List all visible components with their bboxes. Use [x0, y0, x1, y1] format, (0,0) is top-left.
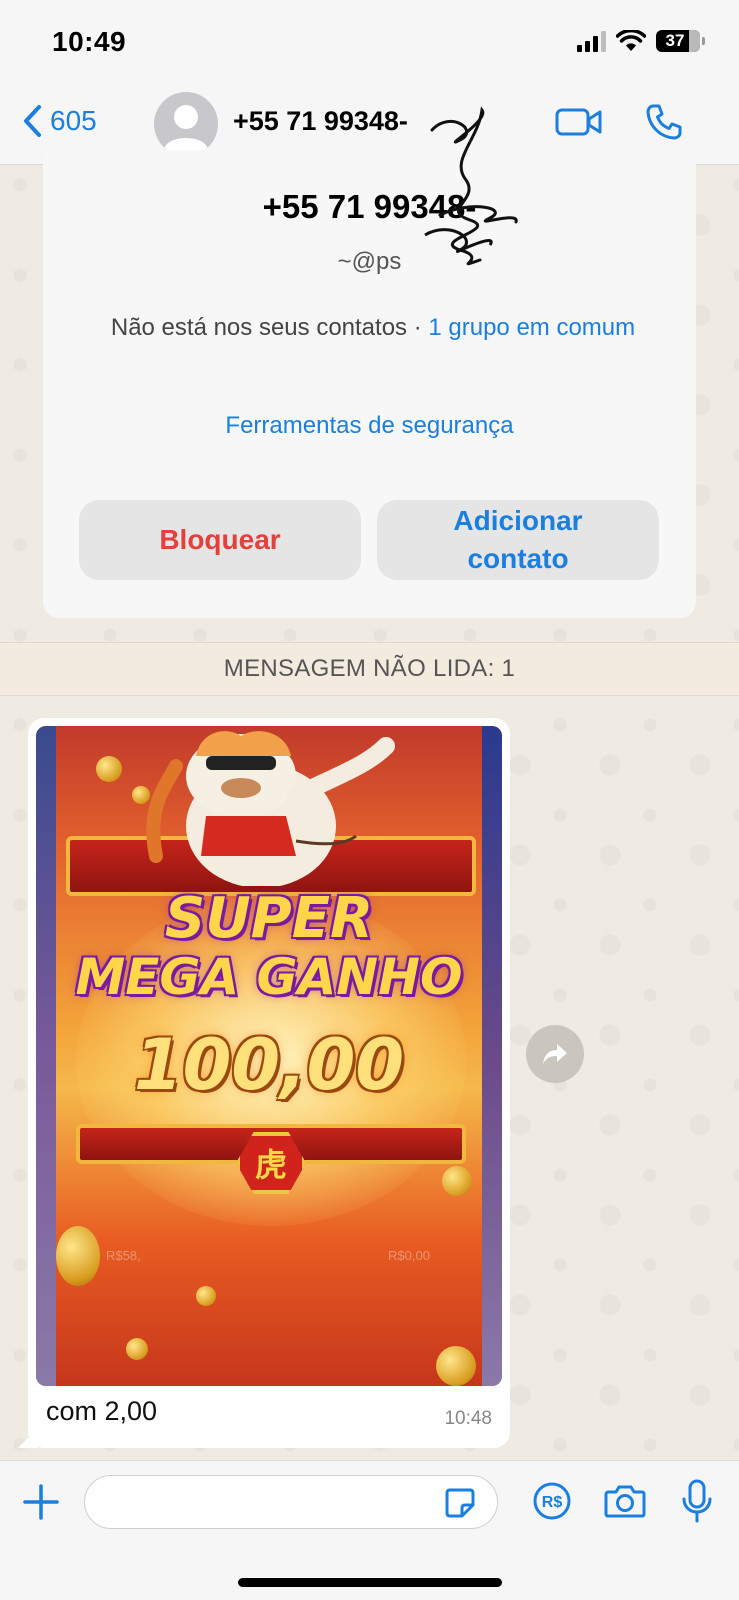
message-timestamp: 10:48 — [444, 1408, 492, 1429]
sticker-icon — [445, 1488, 475, 1518]
win-title-line1: SUPER — [164, 886, 374, 951]
microphone-button[interactable] — [680, 1479, 714, 1528]
unread-chats-count: 605 — [50, 105, 97, 136]
battery-icon: 37 — [656, 30, 700, 52]
attach-button[interactable] — [22, 1483, 60, 1526]
video-call-button[interactable] — [555, 106, 603, 143]
coin-icon — [442, 1166, 472, 1196]
pix-label: R$ — [542, 1494, 563, 1511]
camera-button[interactable] — [604, 1483, 646, 1524]
message-caption: com 2,00 — [46, 1396, 158, 1426]
video-call-icon — [555, 108, 602, 136]
win-title-line2: MEGA GANHO — [75, 948, 463, 1006]
contact-phone-number: +55 71 99348- — [262, 188, 477, 225]
forward-button[interactable] — [526, 1025, 584, 1083]
message-input[interactable] — [84, 1475, 498, 1529]
plus-icon — [23, 1484, 59, 1520]
block-button[interactable]: Bloquear — [79, 500, 361, 580]
back-button[interactable]: 605 — [22, 104, 97, 138]
phone-icon — [646, 104, 682, 140]
forward-icon — [543, 1044, 567, 1064]
redaction-scribble — [424, 106, 518, 266]
tiger-mascot-icon — [146, 731, 395, 886]
unread-messages-banner: MENSAGEM NÃO LIDA: 1 — [0, 642, 739, 696]
coin-icon — [126, 1338, 148, 1360]
coin-icon — [436, 1346, 476, 1386]
home-indicator[interactable] — [238, 1578, 502, 1587]
wifi-icon — [616, 30, 646, 51]
incoming-message-bubble[interactable]: SUPER MEGA GANHO 100,00 虎 R$58, R$0,00 c… — [18, 718, 510, 1448]
camera-icon — [604, 1485, 646, 1518]
add-contact-button[interactable]: Adicionar contato — [377, 500, 659, 580]
avatar[interactable] — [154, 92, 218, 156]
contact-status: Não está nos seus contatos · 1 grupo em … — [103, 310, 643, 345]
contact-name[interactable]: +55 71 99348- — [233, 106, 408, 137]
coin-icon — [56, 1226, 100, 1286]
cellular-signal-icon — [577, 30, 606, 52]
pix-icon: R$ — [533, 1482, 571, 1520]
common-groups-link[interactable]: 1 grupo em comum — [428, 314, 635, 341]
microphone-icon — [682, 1479, 712, 1523]
message-image[interactable]: SUPER MEGA GANHO 100,00 虎 R$58, R$0,00 — [36, 726, 502, 1386]
voice-call-button[interactable] — [645, 103, 683, 146]
win-amount: 100,00 — [133, 1024, 405, 1106]
status-icons: 37 — [577, 30, 705, 52]
avatar-icon — [164, 105, 208, 150]
not-in-contacts-label: Não está nos seus contatos · — [110, 314, 429, 341]
sticker-button[interactable] — [444, 1487, 476, 1524]
contact-username: ~@ps — [337, 248, 402, 275]
chevron-left-icon — [24, 105, 41, 137]
bet-tag-right: R$0,00 — [388, 1248, 430, 1263]
bet-tag-left: R$58, — [106, 1248, 141, 1263]
safety-tools-link[interactable]: Ferramentas de segurança — [43, 412, 696, 440]
coin-icon — [96, 756, 122, 782]
coin-icon — [196, 1286, 216, 1306]
status-time: 10:49 — [52, 26, 127, 57]
battery-level: 37 — [665, 31, 685, 50]
coin-icon — [132, 786, 150, 804]
status-bar: 10:49 37 — [0, 0, 739, 90]
payment-button[interactable]: R$ — [532, 1481, 572, 1526]
contact-info-card: +55 71 99348- ~@ps Não está nos seus con… — [43, 150, 696, 618]
